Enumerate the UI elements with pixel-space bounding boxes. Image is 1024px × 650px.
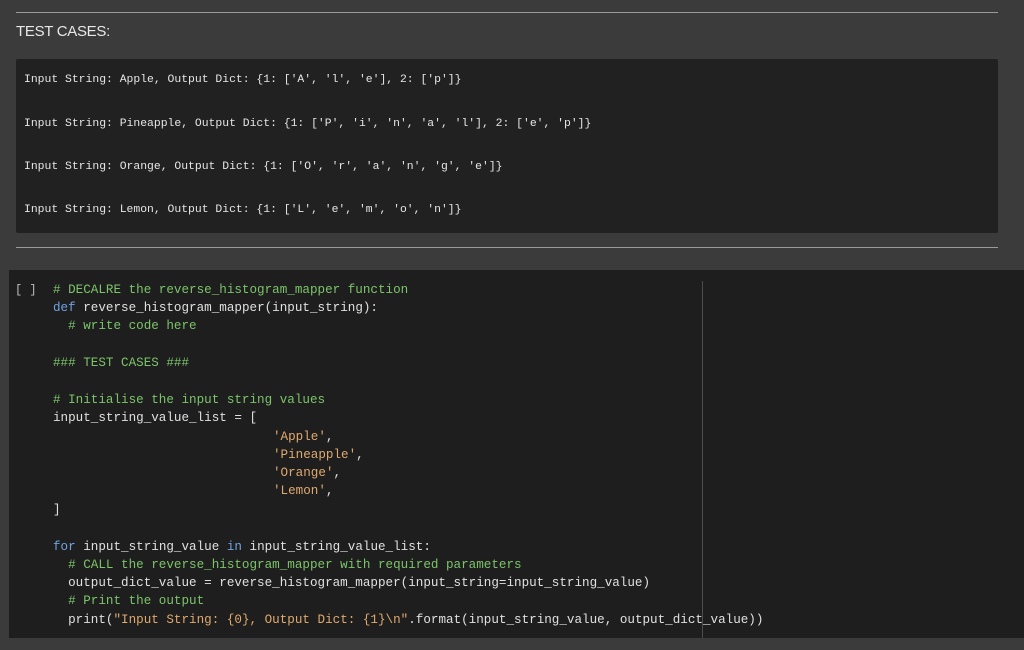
test-cases-heading: TEST CASES: bbox=[16, 23, 110, 40]
line-length-ruler bbox=[702, 281, 703, 638]
code-line: ### TEST CASES ### bbox=[53, 356, 190, 370]
code-line: # Print the output bbox=[53, 594, 205, 608]
code-line: input_string_value_list = [ bbox=[53, 411, 258, 425]
comma: , bbox=[356, 448, 364, 462]
test-case-line: Input String: Pineapple, Output Dict: {1… bbox=[24, 118, 592, 130]
code-line: for input_string_value in input_string_v… bbox=[53, 539, 431, 555]
test-cases-output-block: Input String: Apple, Output Dict: {1: ['… bbox=[16, 59, 998, 233]
string-literal: 'Orange' bbox=[273, 466, 334, 480]
code-line: ] bbox=[53, 503, 61, 517]
string-literal: "Input String: {0}, Output Dict: {1}\n" bbox=[113, 613, 409, 627]
bottom-divider bbox=[16, 247, 998, 248]
code-text: .format(input_string_value, output_dict_… bbox=[408, 613, 764, 627]
code-line: 'Apple', bbox=[273, 429, 333, 445]
code-line: 'Orange', bbox=[273, 465, 341, 481]
code-line: # Initialise the input string values bbox=[53, 393, 326, 407]
code-line: def reverse_histogram_mapper(input_strin… bbox=[53, 300, 378, 316]
code-text: reverse_histogram_mapper(input_string): bbox=[75, 301, 378, 315]
code-line: # DECALRE the reverse_histogram_mapper f… bbox=[53, 283, 409, 297]
top-divider bbox=[16, 12, 998, 13]
test-case-line: Input String: Apple, Output Dict: {1: ['… bbox=[24, 74, 462, 86]
comma: , bbox=[333, 466, 342, 480]
test-case-line: Input String: Orange, Output Dict: {1: [… bbox=[24, 161, 503, 173]
comma: , bbox=[325, 484, 334, 498]
keyword: in bbox=[226, 540, 242, 554]
code-line: output_dict_value = reverse_histogram_ma… bbox=[53, 576, 651, 590]
string-literal: 'Lemon' bbox=[273, 484, 326, 498]
code-line: 'Pineapple', bbox=[273, 447, 364, 463]
comma: , bbox=[325, 430, 334, 444]
code-text: print( bbox=[53, 613, 114, 627]
keyword: for bbox=[53, 540, 76, 554]
code-line: # write code here bbox=[53, 319, 197, 333]
string-literal: 'Apple' bbox=[273, 430, 326, 444]
code-text: input_string_value bbox=[75, 540, 227, 554]
code-line: 'Lemon', bbox=[273, 483, 333, 499]
keyword: def bbox=[53, 301, 76, 315]
code-line: # CALL the reverse_histogram_mapper with… bbox=[53, 558, 522, 572]
run-cell-button[interactable]: [ ] bbox=[15, 283, 37, 297]
code-text: input_string_value_list: bbox=[241, 540, 431, 554]
code-line: print("Input String: {0}, Output Dict: {… bbox=[53, 612, 763, 628]
test-case-line: Input String: Lemon, Output Dict: {1: ['… bbox=[24, 204, 462, 216]
code-cell[interactable]: [ ] # DECALRE the reverse_histogram_mapp… bbox=[9, 270, 1024, 638]
string-literal: 'Pineapple' bbox=[273, 448, 357, 462]
